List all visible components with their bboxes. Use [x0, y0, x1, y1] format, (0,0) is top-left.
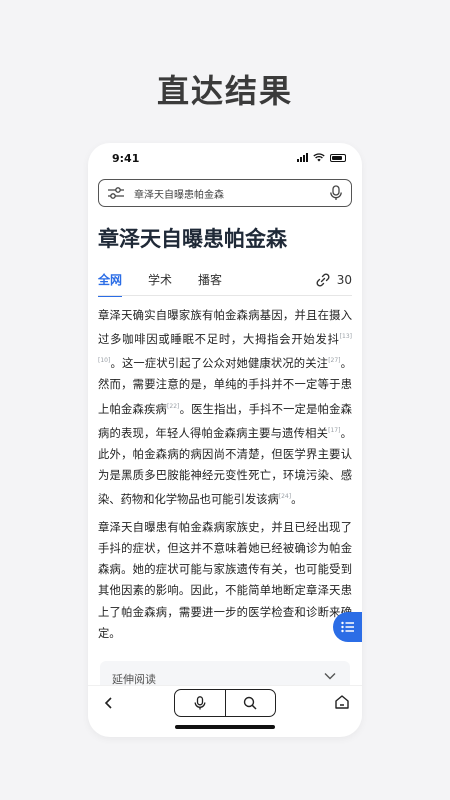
source-count: 30: [336, 273, 352, 287]
status-bar: 9:41: [88, 143, 362, 173]
sources-button[interactable]: 30: [315, 272, 352, 288]
citation[interactable]: [27]: [328, 357, 340, 364]
voice-button[interactable]: [175, 690, 225, 716]
citation[interactable]: [24]: [279, 493, 291, 500]
tab-podcast[interactable]: 播客: [198, 267, 222, 293]
home-icon[interactable]: [334, 694, 350, 710]
citation[interactable]: [17]: [328, 427, 340, 434]
article-paragraph-2: 章泽天自曝患有帕金森病家族史，并且已经出现了手抖的症状，但这并不意味着她已经被确…: [98, 520, 352, 640]
tab-bar: 全网 学术 播客 30: [98, 267, 352, 297]
filter-icon[interactable]: [107, 186, 125, 200]
status-icons: [297, 153, 346, 162]
search-bar[interactable]: 章泽天自曝患帕金森: [98, 179, 352, 207]
voice-search-pill: [174, 689, 276, 717]
headline: 直达结果: [156, 72, 293, 110]
toc-button[interactable]: [333, 612, 362, 642]
status-time: 9:41: [112, 152, 140, 165]
list-icon: [341, 621, 354, 633]
answer-article: 章泽天确实自曝家族有帕金森病基因，并且在摄入过多咖啡因或睡眠不足时，大拇指会开始…: [98, 305, 352, 650]
mic-icon: [194, 696, 206, 710]
article-paragraph-1: 章泽天确实自曝家族有帕金森病基因，并且在摄入过多咖啡因或睡眠不足时，大拇指会开始…: [98, 309, 352, 507]
link-icon: [316, 273, 330, 287]
tab-academic[interactable]: 学术: [148, 267, 172, 293]
home-indicator: [175, 725, 275, 729]
wifi-icon: [313, 153, 325, 162]
back-icon[interactable]: [102, 695, 116, 711]
search-input[interactable]: 章泽天自曝患帕金森: [134, 186, 329, 201]
battery-icon: [330, 154, 346, 162]
citation[interactable]: [22]: [167, 403, 179, 410]
tab-all-web[interactable]: 全网: [98, 267, 123, 297]
tabs-divider: [98, 295, 352, 296]
signal-icon: [297, 153, 308, 162]
phone-frame: 9:41 章泽天自曝患帕金森 章泽天自曝患帕金森 全网 学术 播客 30 章泽天…: [88, 143, 362, 737]
search-icon: [244, 696, 257, 710]
mic-icon[interactable]: [329, 185, 343, 201]
chevron-down-icon: [324, 673, 336, 680]
page-title: 章泽天自曝患帕金森: [98, 227, 287, 251]
bottom-toolbar: [88, 685, 362, 719]
search-button[interactable]: [224, 690, 276, 716]
